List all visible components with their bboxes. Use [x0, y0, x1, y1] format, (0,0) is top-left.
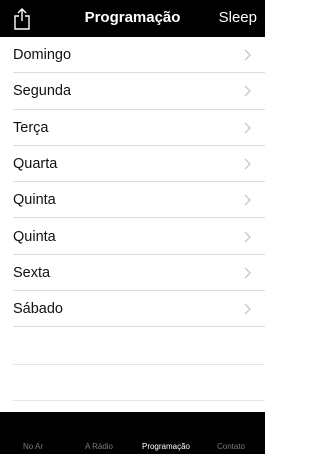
empty-row-divider	[13, 364, 265, 365]
day-label: Terça	[13, 119, 49, 136]
chevron-right-icon	[244, 122, 251, 134]
chevron-right-icon	[244, 85, 251, 97]
day-row-sabado[interactable]: Sábado	[0, 291, 265, 328]
day-row-segunda[interactable]: Segunda	[0, 73, 265, 110]
empty-row-divider	[13, 400, 265, 401]
day-label: Domingo	[13, 47, 72, 64]
day-label: Sexta	[13, 264, 51, 281]
day-row-quinta[interactable]: Quinta	[0, 182, 265, 219]
tab-bar: No Ar A Rádio Programação Contato	[0, 412, 265, 454]
day-label: Sábado	[13, 301, 63, 318]
navigation-bar: Programação Sleep	[0, 0, 265, 37]
chevron-right-icon	[244, 158, 251, 170]
day-row-terca[interactable]: Terça	[0, 110, 265, 146]
chevron-right-icon	[244, 231, 251, 243]
day-row-quarta[interactable]: Quarta	[0, 146, 265, 183]
chevron-right-icon	[244, 49, 251, 61]
day-label: Quinta	[13, 192, 56, 209]
chevron-right-icon	[244, 267, 251, 279]
chevron-right-icon	[244, 303, 251, 315]
sleep-button[interactable]: Sleep	[219, 9, 257, 26]
day-label: Quarta	[13, 156, 58, 173]
schedule-list: Domingo Segunda Terça Quarta Quinta Quin…	[0, 37, 265, 328]
chevron-right-icon	[244, 194, 251, 206]
tab-no-ar[interactable]: No Ar	[3, 442, 63, 451]
day-row-sexta[interactable]: Sexta	[0, 255, 265, 292]
day-row-domingo[interactable]: Domingo	[0, 37, 265, 74]
tab-contato[interactable]: Contato	[201, 442, 261, 451]
day-row-quinta-2[interactable]: Quinta	[0, 218, 265, 255]
row-divider	[13, 326, 265, 328]
day-label: Segunda	[13, 83, 72, 100]
tab-programacao[interactable]: Programação	[136, 442, 196, 451]
day-label: Quinta	[13, 228, 56, 245]
tab-a-radio[interactable]: A Rádio	[69, 442, 129, 451]
